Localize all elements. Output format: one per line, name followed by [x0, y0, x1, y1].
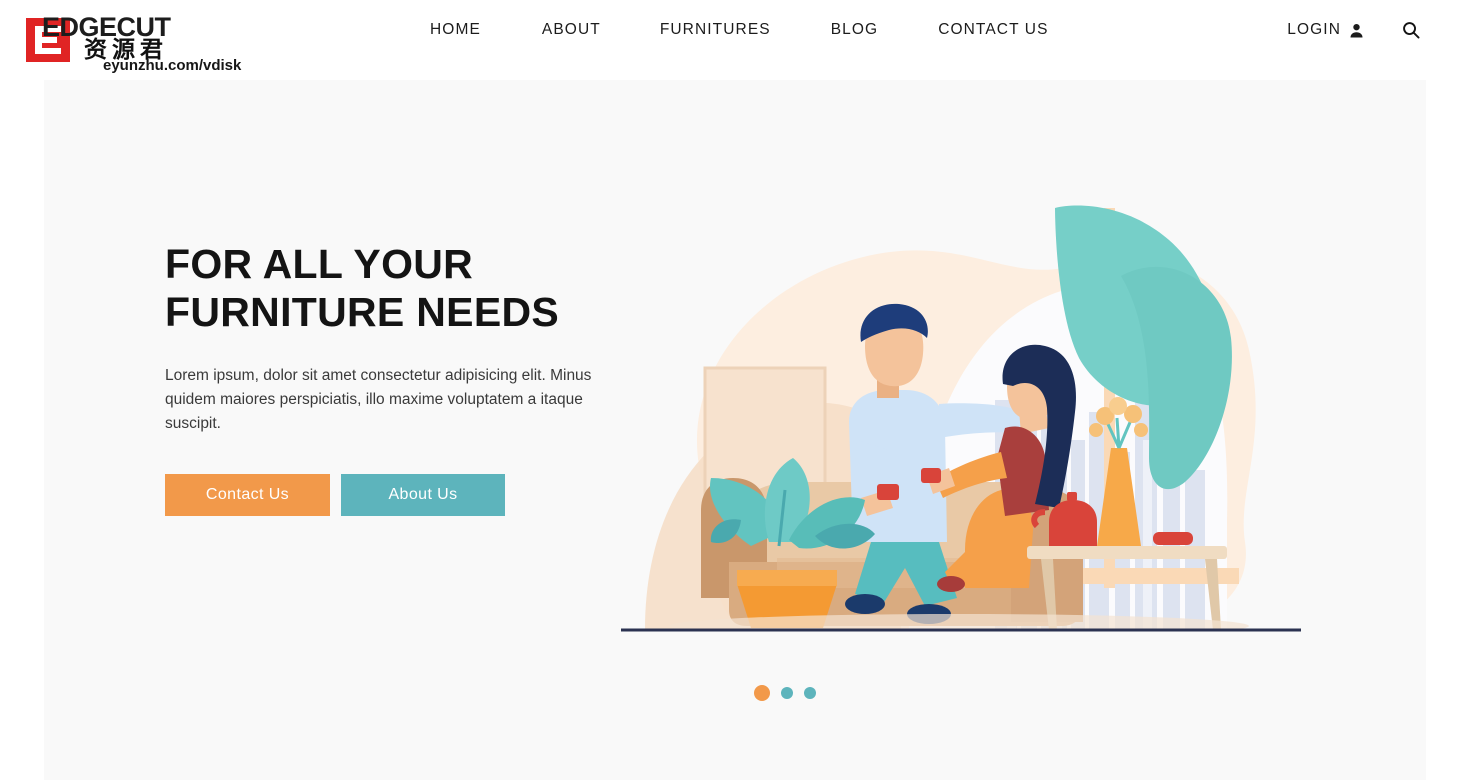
nav-item-contact-us[interactable]: CONTACT US [938, 21, 1048, 39]
watermark-url: eyunzhu.com/vdisk [103, 57, 242, 74]
carousel-dot-1[interactable] [754, 685, 770, 701]
brand-logo[interactable]: EDGECUT 资源君 eyunzhu.com/vdisk [26, 4, 256, 74]
site-header: EDGECUT 资源君 eyunzhu.com/vdisk HOME ABOUT… [0, 0, 1470, 74]
search-button[interactable] [1402, 21, 1420, 39]
nav-item-furnitures[interactable]: FURNITURES [660, 21, 771, 39]
main-navigation: HOME ABOUT FURNITURES BLOG CONTACT US [430, 0, 1049, 60]
hero-illustration [609, 190, 1309, 640]
nav-item-home[interactable]: HOME [430, 21, 481, 39]
man-cup [877, 484, 899, 500]
header-actions: LOGIN [1287, 0, 1420, 60]
nav-item-blog[interactable]: BLOG [831, 21, 878, 39]
carousel-dots [754, 685, 816, 701]
carousel-dot-2[interactable] [781, 687, 793, 699]
hero-section: FOR ALL YOUR FURNITURE NEEDS Lorem ipsum… [44, 80, 1426, 780]
wall-frame [705, 368, 825, 498]
hero-paragraph: Lorem ipsum, dolor sit amet consectetur … [165, 367, 592, 432]
login-label: LOGIN [1287, 21, 1341, 38]
search-icon [1403, 22, 1420, 39]
page-root: EDGECUT 资源君 eyunzhu.com/vdisk HOME ABOUT… [0, 0, 1470, 780]
carousel-dot-3[interactable] [804, 687, 816, 699]
nav-item-about[interactable]: ABOUT [542, 21, 601, 39]
woman-shoe [937, 576, 965, 592]
teapot [1049, 500, 1097, 546]
user-icon [1350, 23, 1363, 38]
about-us-button[interactable]: About Us [341, 474, 505, 516]
hero-cta-group: Contact Us About Us [165, 474, 685, 516]
hero-title: FOR ALL YOUR FURNITURE NEEDS [165, 241, 560, 335]
living-room-illustration [621, 205, 1301, 632]
login-button[interactable]: LOGIN [1287, 21, 1364, 39]
man-shoe-left [845, 594, 885, 614]
hero-copy: FOR ALL YOUR FURNITURE NEEDS Lorem ipsum… [165, 240, 685, 516]
woman-cup [921, 468, 941, 483]
side-table-top [1027, 546, 1227, 559]
contact-us-button[interactable]: Contact Us [165, 474, 330, 516]
table-object [1153, 532, 1193, 545]
